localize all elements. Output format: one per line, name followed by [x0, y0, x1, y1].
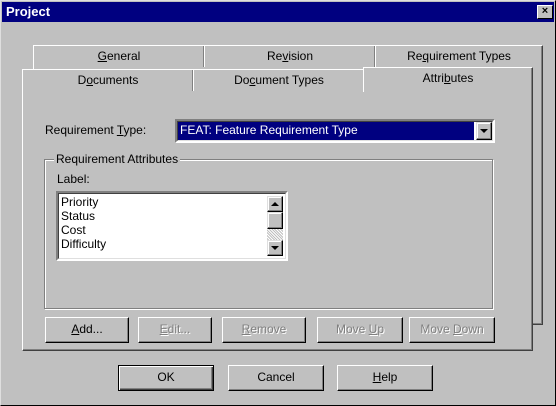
list-item[interactable]: Status — [61, 210, 95, 223]
window-title: Project — [6, 4, 51, 19]
list-item[interactable]: Priority — [61, 196, 98, 209]
title-bar[interactable]: Project × — [2, 2, 554, 22]
close-button[interactable]: × — [537, 5, 553, 19]
tab-general[interactable]: General — [33, 45, 205, 67]
move-down-button[interactable]: Move Down — [409, 317, 495, 343]
requirement-type-dropdown[interactable]: FEAT: Feature Requirement Type — [175, 119, 495, 143]
cancel-button[interactable]: Cancel — [228, 365, 324, 391]
label-heading: Label: — [57, 172, 90, 186]
tab-requirement-types[interactable]: Requirement Types — [375, 45, 543, 67]
requirement-attributes-title: Requirement Attributes — [54, 152, 181, 166]
tab-revision[interactable]: Revision — [204, 45, 376, 67]
remove-button[interactable]: Remove — [222, 317, 306, 343]
add-button[interactable]: Add... — [45, 317, 129, 343]
move-up-button[interactable]: Move Up — [317, 317, 403, 343]
tab-document-types[interactable]: Document Types — [193, 69, 365, 91]
attributes-listbox[interactable]: Priority Status Cost Difficulty — [56, 191, 288, 261]
requirement-type-label: Requirement Type: — [45, 123, 147, 137]
scroll-thumb[interactable] — [267, 212, 283, 229]
close-icon: × — [541, 5, 549, 17]
chevron-down-icon[interactable] — [476, 122, 492, 140]
project-dialog: Project × General Revision Requirement T… — [0, 0, 556, 406]
tab-attributes[interactable]: Attributes — [363, 67, 533, 92]
requirement-type-value: FEAT: Feature Requirement Type — [178, 122, 474, 140]
list-item[interactable]: Cost — [61, 224, 86, 237]
scroll-up-icon[interactable] — [267, 196, 283, 212]
help-button[interactable]: Help — [337, 365, 433, 391]
scroll-down-icon[interactable] — [267, 240, 283, 256]
ok-button[interactable]: OK — [118, 365, 214, 391]
tab-documents[interactable]: Documents — [22, 69, 194, 91]
edit-button[interactable]: Edit... — [138, 317, 212, 343]
list-item[interactable]: Difficulty — [61, 238, 106, 251]
